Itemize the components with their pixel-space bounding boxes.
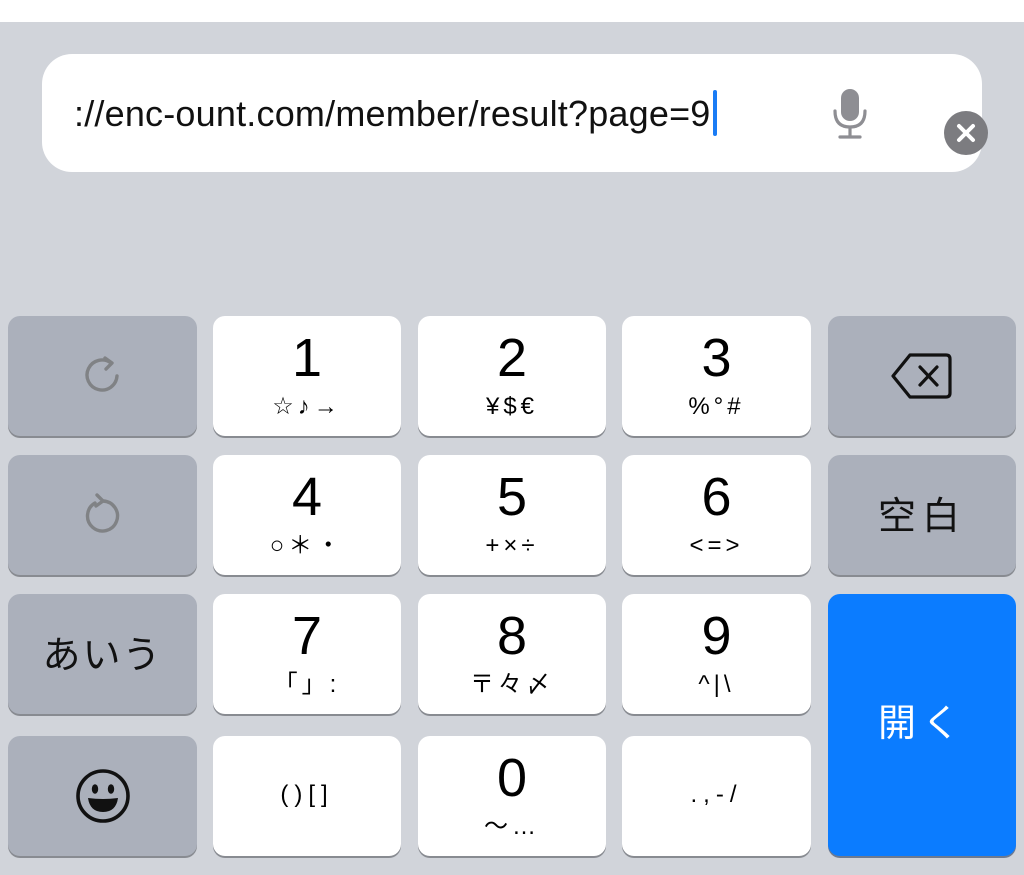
open-return-key[interactable]: 開く bbox=[828, 594, 1016, 856]
url-value[interactable]: ://enc-ount.com/member/result?page=9 bbox=[74, 93, 711, 134]
redo-icon bbox=[84, 356, 119, 392]
key-1-label: 1 bbox=[291, 328, 323, 388]
key-7-sub: 「」: bbox=[273, 671, 341, 698]
key-8-label: 8 bbox=[496, 606, 528, 666]
key-4-label: 4 bbox=[291, 467, 323, 527]
key-9[interactable]: 9 ^|\ bbox=[622, 594, 811, 714]
key-1[interactable]: 1 ☆♪→ bbox=[213, 316, 401, 436]
key-2-sub: ¥$€ bbox=[485, 393, 539, 420]
key-9-label: 9 bbox=[701, 606, 732, 666]
key-brackets-label: ()[] bbox=[280, 781, 334, 808]
text-cursor bbox=[712, 90, 717, 136]
emoji-smiley-icon bbox=[75, 769, 130, 823]
key-brackets[interactable]: ()[] bbox=[213, 736, 401, 856]
space-key[interactable]: 空白 bbox=[828, 455, 1016, 575]
space-label: 空白 bbox=[877, 496, 966, 538]
key-4[interactable]: 4 ○＊・ bbox=[213, 455, 401, 575]
clear-circle-x-icon bbox=[957, 124, 975, 142]
clear-button[interactable] bbox=[944, 111, 988, 155]
emoji-key[interactable] bbox=[8, 736, 197, 856]
undo-icon bbox=[85, 493, 119, 533]
key-5-label: 5 bbox=[496, 467, 528, 527]
delete-backspace-icon bbox=[891, 353, 952, 399]
open-return-label: 開く bbox=[877, 703, 966, 745]
key-3[interactable]: 3 %°# bbox=[622, 316, 811, 436]
input-mode-key[interactable]: あいう bbox=[8, 594, 197, 714]
key-punctuation[interactable]: .,-/ bbox=[622, 736, 811, 856]
undo-key[interactable] bbox=[8, 455, 197, 575]
key-9-sub: ^|\ bbox=[698, 671, 735, 698]
key-3-sub: %°# bbox=[688, 393, 745, 420]
key-0[interactable]: 0 〜… bbox=[418, 736, 606, 856]
key-0-label: 0 bbox=[496, 748, 528, 808]
key-2-label: 2 bbox=[496, 328, 528, 388]
key-5[interactable]: 5 +×÷ bbox=[418, 455, 606, 575]
key-8-sub: 〒々〆 bbox=[470, 671, 554, 698]
key-3-label: 3 bbox=[701, 328, 732, 388]
key-7[interactable]: 7 「」: bbox=[213, 594, 401, 714]
key-punctuation-label: .,-/ bbox=[690, 781, 743, 808]
microphone-icon[interactable] bbox=[830, 87, 870, 141]
redo-key[interactable] bbox=[8, 316, 197, 436]
top-strip bbox=[0, 0, 1024, 22]
key-7-label: 7 bbox=[291, 606, 323, 666]
key-6-label: 6 bbox=[701, 467, 732, 527]
key-6[interactable]: 6 <=> bbox=[622, 455, 811, 575]
key-0-sub: 〜… bbox=[484, 813, 540, 840]
key-6-sub: <=> bbox=[689, 532, 744, 559]
url-text[interactable]: ://enc-ount.com/member/result?page=9 bbox=[74, 90, 717, 136]
delete-key[interactable] bbox=[828, 316, 1016, 436]
key-5-sub: +×÷ bbox=[485, 532, 539, 559]
url-field[interactable]: ://enc-ount.com/member/result?page=9 bbox=[42, 54, 988, 172]
key-1-sub: ☆♪→ bbox=[272, 393, 342, 420]
input-mode-label: あいう bbox=[42, 635, 163, 677]
key-4-sub: ○＊・ bbox=[269, 532, 345, 559]
key-2[interactable]: 2 ¥$€ bbox=[418, 316, 606, 436]
key-8[interactable]: 8 〒々〆 bbox=[418, 594, 606, 714]
